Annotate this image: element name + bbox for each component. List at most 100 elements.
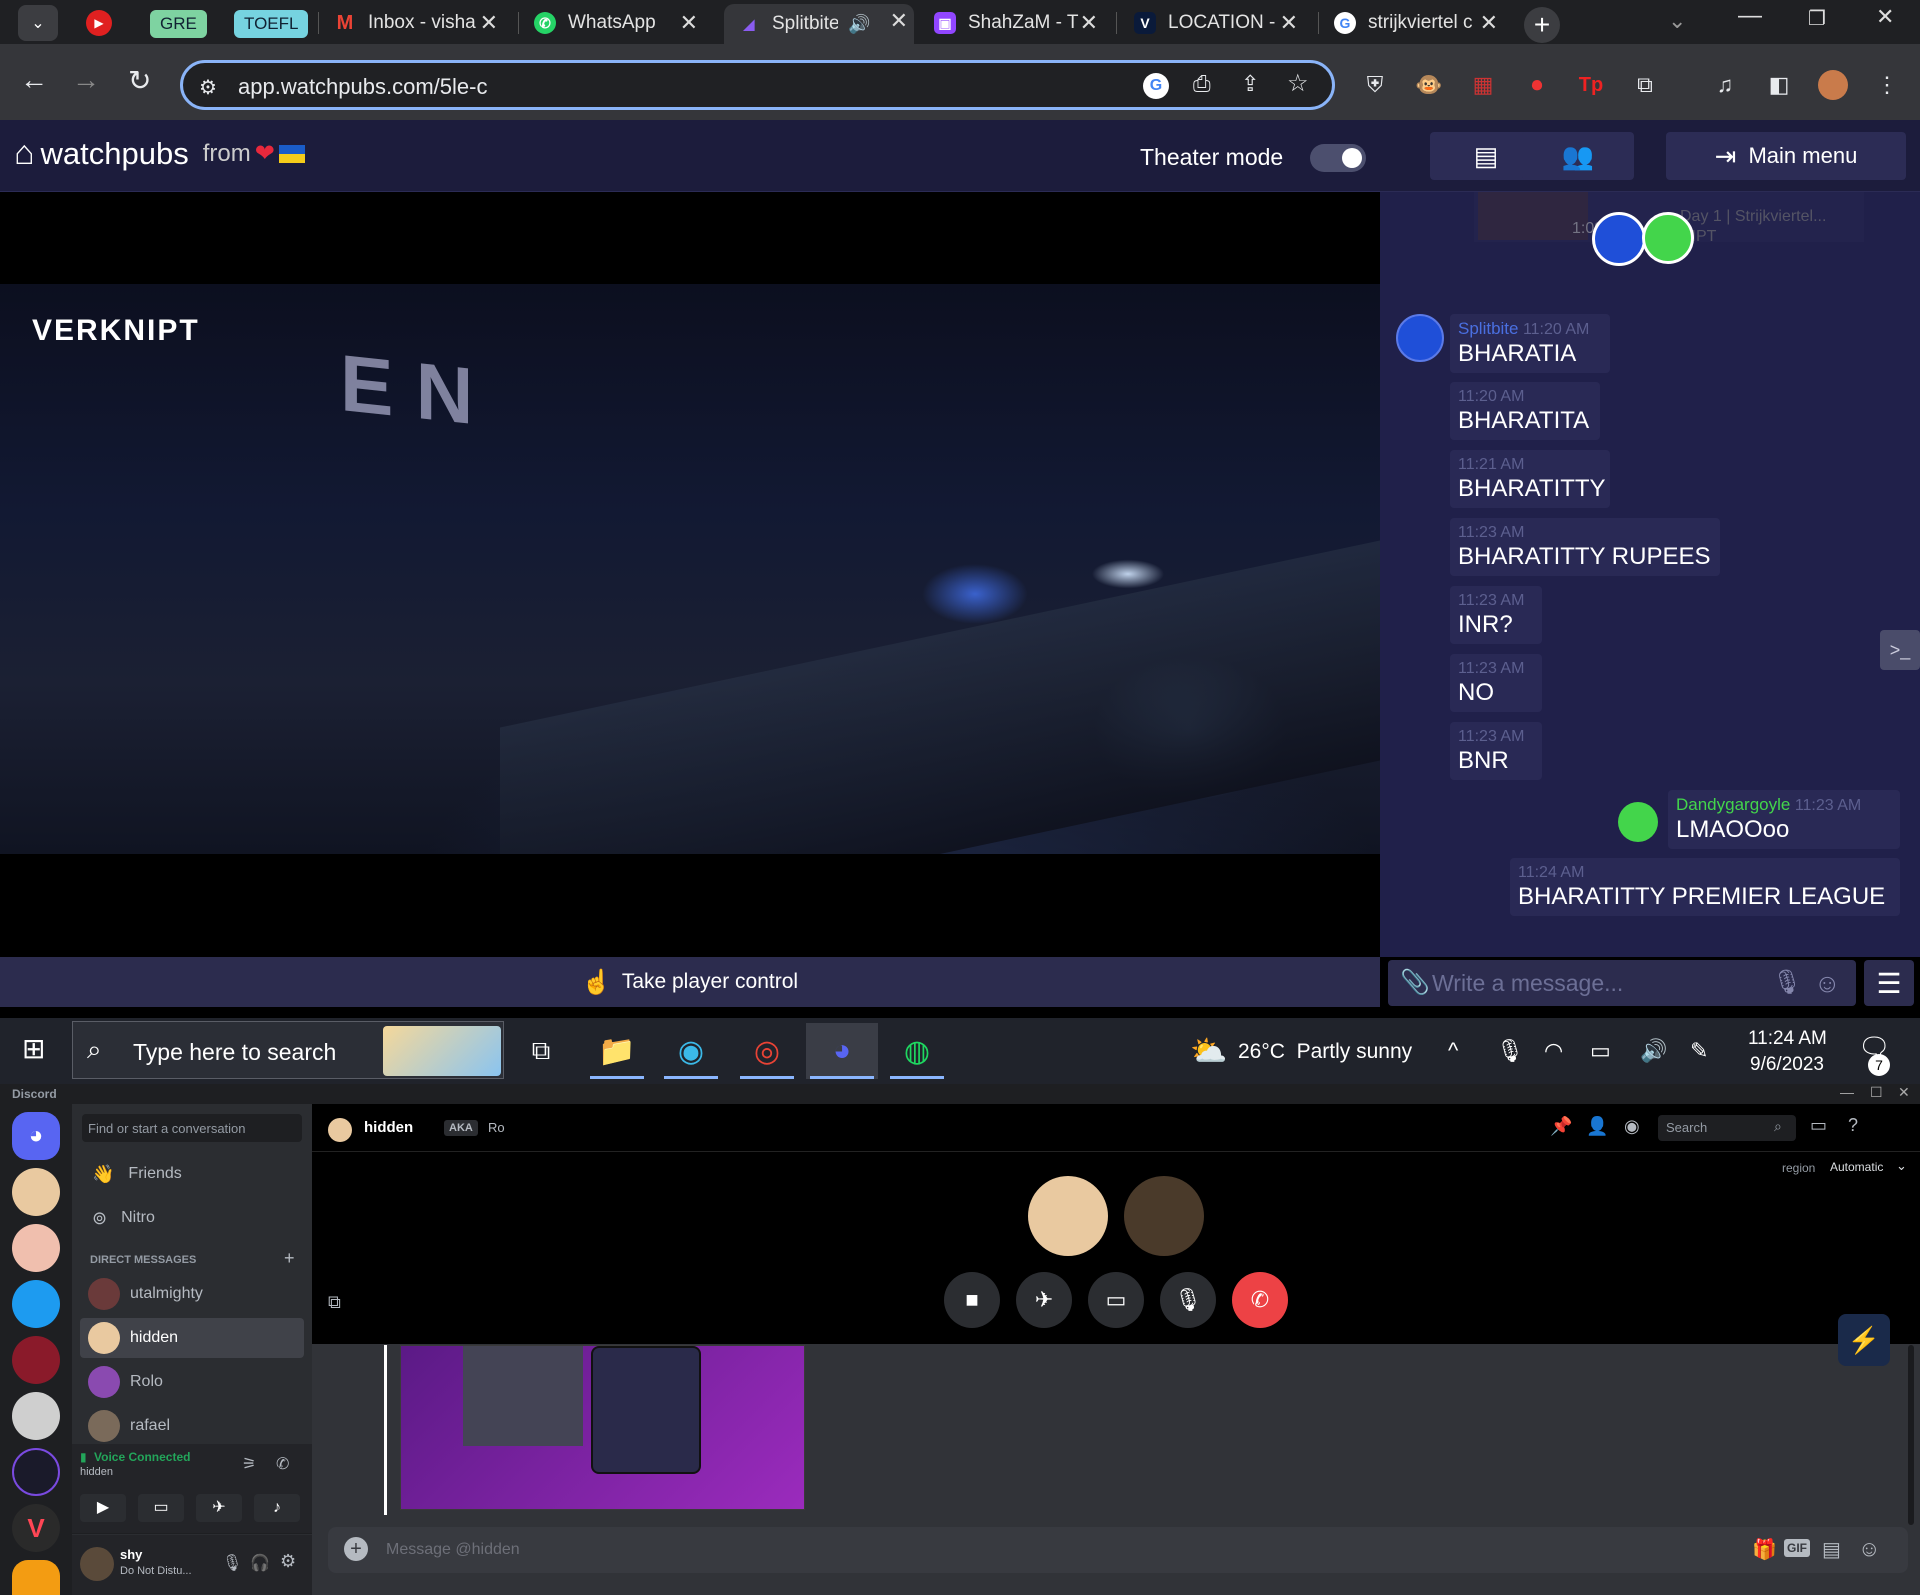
screen-share-button[interactable]: ▭ (138, 1494, 184, 1522)
video-frame[interactable]: VERKNIPT E N (0, 284, 1380, 854)
voice-channel-name[interactable]: hidden (80, 1466, 113, 1478)
help-icon[interactable]: ? (1848, 1115, 1858, 1136)
dm-item-rafael[interactable]: rafael (80, 1406, 304, 1446)
puzzle-extensions-icon[interactable]: ⧉ (1630, 70, 1660, 100)
soundboard-button[interactable]: ♪ (254, 1494, 300, 1522)
close-icon[interactable]: ✕ (480, 10, 498, 36)
server-icon[interactable] (12, 1392, 60, 1440)
close-window-button[interactable]: ✕ (1876, 4, 1894, 30)
emoji-icon[interactable]: ☺ (1814, 968, 1841, 999)
maximize-button[interactable]: ☐ (1870, 1084, 1883, 1101)
discord-taskbar-icon[interactable]: ◕ (806, 1023, 878, 1079)
close-icon[interactable]: ✕ (1080, 10, 1098, 36)
wifi-icon[interactable]: ◠ (1544, 1038, 1563, 1064)
attachment-icon[interactable]: 📎 (1400, 968, 1430, 997)
tab-location[interactable]: V LOCATION - ✕ (1134, 6, 1304, 40)
splitbite-avatar[interactable] (1396, 314, 1444, 362)
minimize-button[interactable]: — (1738, 2, 1762, 30)
headphones-icon[interactable]: 🎧 (250, 1553, 270, 1573)
chevron-down-icon[interactable]: ⌄ (1896, 1158, 1907, 1174)
microphone-icon[interactable]: 🎙 (1772, 968, 1802, 997)
show-hidden-icons[interactable]: ^ (1448, 1038, 1458, 1064)
microphone-icon[interactable]: 🎙 (222, 1553, 242, 1573)
end-call-button[interactable]: ✆ (1232, 1272, 1288, 1328)
activity-button[interactable]: ✈ (1016, 1272, 1072, 1328)
screen-share-button[interactable]: ▭ (1088, 1272, 1144, 1328)
inbox-icon[interactable]: ▭ (1810, 1115, 1827, 1136)
popout-icon[interactable]: ⧉ (328, 1292, 341, 1313)
dm-item-utalmighty[interactable]: utalmighty (80, 1274, 304, 1314)
pen-icon[interactable]: ✎ (1690, 1038, 1708, 1064)
server-icon[interactable] (12, 1560, 60, 1595)
windows-start-icon[interactable]: ⊞ (22, 1032, 45, 1065)
chevron-down-icon[interactable]: ⌄ (1668, 8, 1686, 34)
participant-avatar[interactable] (1028, 1176, 1108, 1256)
youtube-tab[interactable]: ▶ (86, 10, 112, 36)
people-tab-button[interactable]: 👥 (1522, 132, 1634, 180)
monkey-extension-icon[interactable]: 🐵 (1414, 70, 1444, 100)
close-icon[interactable]: ✕ (1280, 10, 1298, 36)
add-attachment-icon[interactable]: + (344, 1537, 368, 1561)
google-lens-icon[interactable]: G (1143, 73, 1169, 99)
close-icon[interactable]: ✕ (680, 10, 698, 36)
file-explorer-icon[interactable]: 📁 (586, 1023, 648, 1079)
site-settings-icon[interactable]: ⚙ (199, 75, 217, 100)
url-text[interactable]: app.watchpubs.com/5le-c (238, 74, 487, 100)
message-author[interactable]: Dandygargoyle (1676, 795, 1790, 814)
watchpubs-logo[interactable]: ⌂ watchpubs from ❤ (14, 134, 305, 173)
scrollbar[interactable] (1908, 1345, 1914, 1525)
calendar-extension-icon[interactable]: ▦ (1468, 70, 1498, 100)
server-icon[interactable] (12, 1224, 60, 1272)
bookmark-star-icon[interactable]: ☆ (1287, 69, 1309, 98)
sticker-icon[interactable]: ▤ (1822, 1537, 1841, 1562)
tp-extension-icon[interactable]: Tp (1576, 70, 1606, 100)
profile-avatar[interactable] (1818, 70, 1848, 100)
mute-button[interactable]: 🎙 (1160, 1272, 1216, 1328)
speaker-icon[interactable]: 🔊 (848, 14, 870, 35)
search-input[interactable]: Search ⌕ (1658, 1115, 1796, 1141)
side-widget-button[interactable]: >_ (1880, 630, 1920, 670)
minimize-button[interactable]: — (1840, 1084, 1854, 1100)
tab-google[interactable]: G strijkviertel c ✕ (1334, 6, 1504, 40)
disconnect-icon[interactable]: ✆ (276, 1454, 289, 1474)
find-conversation-input[interactable]: Find or start a conversation (82, 1114, 302, 1142)
battery-icon[interactable]: ▭ (1590, 1038, 1611, 1064)
clock-time[interactable]: 11:24 AM (1748, 1028, 1827, 1050)
microphone-tray-icon[interactable]: 🎙 (1496, 1038, 1524, 1064)
activity-button[interactable]: ✈ (196, 1494, 242, 1522)
spotify-icon[interactable]: ◍ (886, 1023, 948, 1079)
emoji-icon[interactable]: ☺ (1858, 1536, 1880, 1562)
gear-icon[interactable]: ⚙ (280, 1551, 296, 1572)
weather-text[interactable]: 26°C Partly sunny (1238, 1040, 1412, 1064)
screen-share-preview[interactable] (400, 1345, 805, 1510)
friends-nav-item[interactable]: 👋 Friends (80, 1154, 304, 1194)
new-tab-button[interactable]: + (1524, 7, 1560, 43)
camera-toggle-button[interactable]: ■ (944, 1272, 1000, 1328)
reload-button[interactable]: ↻ (128, 64, 151, 97)
close-icon[interactable]: ✕ (1480, 10, 1498, 36)
noise-suppression-icon[interactable]: ⚞ (242, 1454, 256, 1474)
server-icon[interactable] (12, 1168, 60, 1216)
task-view-icon[interactable]: ⧉ (510, 1023, 572, 1079)
tab-gmail[interactable]: M Inbox - visha ✕ (334, 6, 504, 40)
user-name[interactable]: shy (120, 1547, 142, 1562)
pin-icon[interactable]: 📌 (1550, 1116, 1572, 1137)
main-menu-button[interactable]: ⇥ Main menu (1666, 132, 1906, 180)
video-player[interactable]: VERKNIPT E N (0, 192, 1380, 957)
message-author[interactable]: Splitbite (1458, 319, 1518, 338)
participant-avatar[interactable] (1124, 1176, 1204, 1256)
user-avatar[interactable] (80, 1547, 114, 1581)
server-icon[interactable] (12, 1336, 60, 1384)
dandygargoyle-avatar[interactable] (1618, 802, 1658, 842)
voice-status[interactable]: Voice Connected (94, 1450, 190, 1464)
discord-home-button[interactable]: ◕ (12, 1112, 60, 1160)
clock-date[interactable]: 9/6/2023 (1750, 1054, 1824, 1076)
tab-whatsapp[interactable]: ✆ WhatsApp ✕ (534, 6, 704, 40)
restore-button[interactable]: ❐ (1808, 6, 1826, 31)
record-extension-icon[interactable]: ⏺ (1522, 70, 1552, 100)
message-input[interactable] (384, 1527, 1284, 1573)
close-window-button[interactable]: ✕ (1898, 1084, 1910, 1101)
more-menu-icon[interactable]: ⋮ (1872, 70, 1902, 100)
forward-button[interactable]: → (72, 64, 100, 96)
chrome-icon[interactable]: ◎ (736, 1023, 798, 1079)
